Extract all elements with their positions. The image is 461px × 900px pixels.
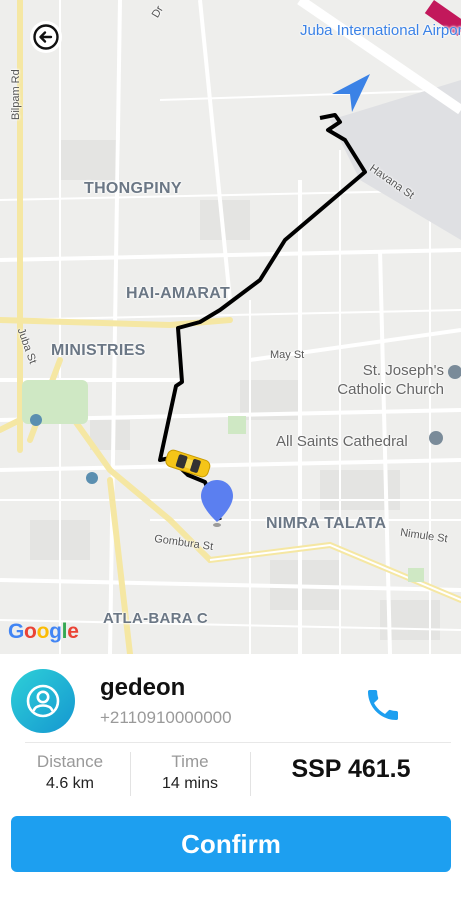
map-view[interactable]: Juba International Airport THONGPINY HAI… <box>0 0 461 654</box>
back-button[interactable] <box>30 21 62 53</box>
stat-divider <box>130 752 131 796</box>
driver-avatar <box>11 669 75 733</box>
area-label-ministries: MINISTRIES <box>51 342 146 359</box>
phone-icon <box>368 690 398 720</box>
area-label-nimra-talata: NIMRA TALATA <box>266 515 387 532</box>
confirm-button[interactable]: Confirm <box>11 816 451 872</box>
divider <box>25 742 451 743</box>
user-circle-icon <box>26 684 60 718</box>
area-label-hai-amarat: HAI-AMARAT <box>126 285 231 302</box>
airport-icon <box>332 74 370 112</box>
time-value: 14 mins <box>161 775 219 792</box>
driver-phone: +2110910000000 <box>100 708 232 727</box>
trip-price: SSP 461.5 <box>291 755 411 783</box>
map-base <box>0 0 461 654</box>
destination-pin-icon <box>201 480 233 527</box>
google-logo: Google <box>8 620 79 643</box>
taxi-car-icon <box>165 449 211 478</box>
time-label: Time <box>171 752 209 771</box>
call-button[interactable] <box>360 682 406 728</box>
airport-label: Juba International Airport <box>300 22 461 39</box>
area-label-thongpiny: THONGPINY <box>84 180 182 197</box>
driver-name: gedeon <box>100 674 186 701</box>
stat-divider <box>250 752 251 796</box>
street-label-bilpam: Bilpam Rd <box>10 69 22 120</box>
area-label-atla-bara: ATLA-BARA C <box>103 610 208 627</box>
distance-value: 4.6 km <box>45 775 94 792</box>
poi-label-st-josephs: St. Joseph's Catholic Church <box>337 362 444 398</box>
distance-label: Distance <box>36 752 104 771</box>
arrow-left-circle-icon <box>33 24 59 50</box>
poi-label-all-saints: All Saints Cathedral <box>276 433 408 450</box>
street-label-may: May St <box>270 349 305 361</box>
